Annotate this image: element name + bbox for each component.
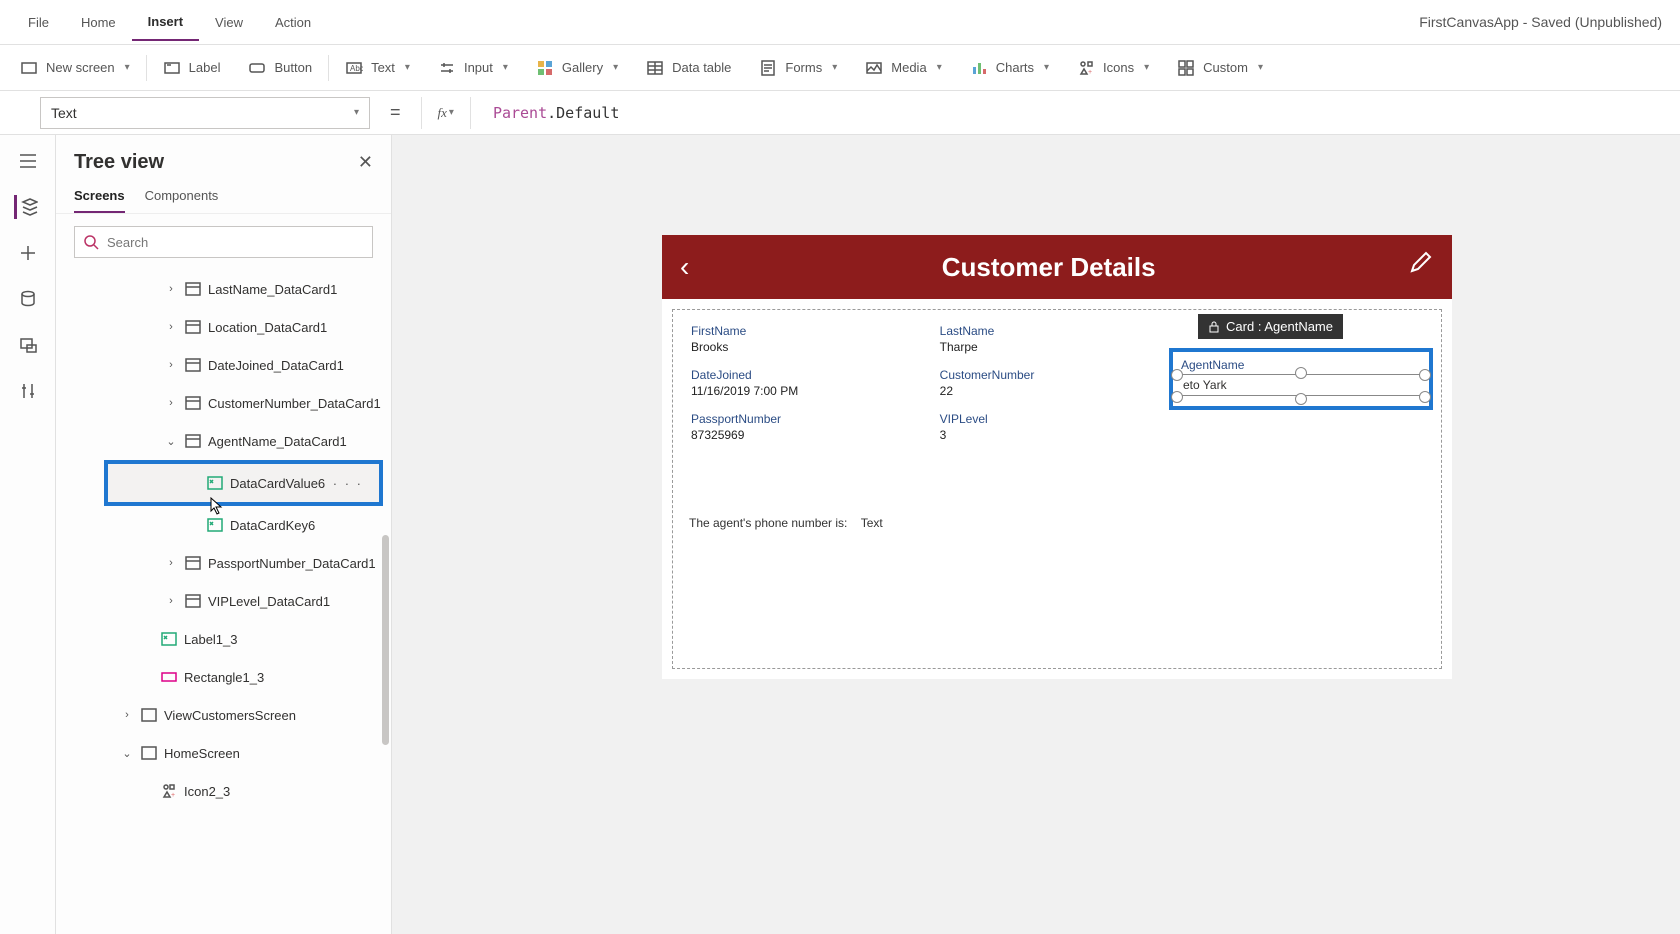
custom-icon (1177, 59, 1195, 77)
form-body: Card : AgentName AgentName eto Yark (672, 309, 1442, 669)
device-preview: ‹ Customer Details Card : AgentName Agen… (662, 235, 1452, 679)
menu-insert[interactable]: Insert (132, 4, 199, 41)
screen-icon (20, 59, 38, 77)
scrollbar-thumb[interactable] (382, 535, 389, 745)
resize-handle[interactable] (1295, 393, 1307, 405)
custom-dropdown[interactable]: Custom▾ (1163, 53, 1277, 83)
advanced-rail-icon[interactable] (16, 379, 40, 403)
field-custnum: CustomerNumber 22 (938, 364, 1177, 402)
field-firstname: FirstName Brooks (689, 320, 928, 358)
table-icon (646, 59, 664, 77)
back-icon[interactable]: ‹ (680, 251, 689, 283)
label-button[interactable]: Label (149, 53, 235, 83)
new-screen-button[interactable]: New screen▾ (6, 53, 144, 83)
menu-home[interactable]: Home (65, 5, 132, 40)
label-icon (163, 59, 181, 77)
tree-node-datejoined[interactable]: › DateJoined_DataCard1 (56, 346, 391, 384)
resize-handle[interactable] (1419, 391, 1431, 403)
icons-dropdown[interactable]: + Icons▾ (1063, 53, 1163, 83)
canvas-area[interactable]: ‹ Customer Details Card : AgentName Agen… (392, 135, 1680, 934)
media-icon (865, 59, 883, 77)
tree-body: › LastName_DataCard1 › Location_DataCard… (56, 270, 391, 934)
formula-bar: Text ▾ = fx ▾ Parent.Default (0, 91, 1680, 135)
tree-view-title: Tree view (74, 151, 164, 174)
insert-ribbon: New screen▾ Label Button Abc Text▾ Input… (0, 45, 1680, 91)
resize-handle[interactable] (1171, 369, 1183, 381)
search-icon (83, 234, 99, 250)
forms-icon (759, 59, 777, 77)
resize-handle[interactable] (1295, 367, 1307, 379)
tree-node-lastname[interactable]: › LastName_DataCard1 (56, 270, 391, 308)
hamburger-icon[interactable] (16, 149, 40, 173)
edit-icon[interactable] (1408, 251, 1434, 283)
resize-handle[interactable] (1419, 369, 1431, 381)
more-icon[interactable]: · · · (333, 476, 379, 491)
button-button[interactable]: Button (234, 53, 326, 83)
field-datejoined: DateJoined 11/16/2019 7:00 PM (689, 364, 928, 402)
add-rail-icon[interactable] (16, 241, 40, 265)
search-placeholder: Search (107, 235, 148, 250)
data-rail-icon[interactable] (16, 287, 40, 311)
svg-text:+: + (1088, 69, 1092, 76)
menu-file[interactable]: File (12, 5, 65, 40)
field-passport: PassportNumber 87325969 (689, 408, 928, 446)
button-icon (248, 59, 266, 77)
formula-input[interactable]: Parent.Default (481, 104, 619, 122)
tree-node-datacardvalue6-selected[interactable]: DataCardValue6 · · · (104, 460, 383, 506)
icons-icon: + (1077, 59, 1095, 77)
card-badge: Card : AgentName (1198, 314, 1343, 339)
left-rail (0, 135, 56, 934)
treeview-rail-icon[interactable] (14, 195, 38, 219)
app-title: FirstCanvasApp - Saved (Unpublished) (1419, 14, 1668, 30)
charts-dropdown[interactable]: Charts▾ (956, 53, 1063, 83)
lock-icon (1208, 321, 1220, 333)
search-input[interactable]: Search (74, 226, 373, 258)
svg-text:+: + (171, 792, 175, 799)
gallery-icon (536, 59, 554, 77)
media-dropdown[interactable]: Media▾ (851, 53, 955, 83)
gallery-dropdown[interactable]: Gallery▾ (522, 53, 632, 83)
tree-node-location[interactable]: › Location_DataCard1 (56, 308, 391, 346)
tree-node-vip[interactable]: › VIPLevel_DataCard1 (56, 582, 391, 620)
close-icon[interactable]: ✕ (358, 152, 373, 173)
tree-node-agentname[interactable]: ⌄ AgentName_DataCard1 (56, 422, 391, 460)
tree-node-rect13[interactable]: Rectangle1_3 (56, 658, 391, 696)
tree-node-viewcustomers[interactable]: › ViewCustomersScreen (56, 696, 391, 734)
input-icon (438, 59, 456, 77)
agentname-card-selected[interactable]: AgentName eto Yark (1169, 348, 1433, 410)
screen-title: Customer Details (689, 252, 1408, 283)
tree-node-customernumber[interactable]: › CustomerNumber_DataCard1 (56, 384, 391, 422)
agent-value-input[interactable]: eto Yark (1179, 374, 1423, 396)
field-vip: VIPLevel 3 (938, 408, 1177, 446)
tree-node-label13[interactable]: Label1_3 (56, 620, 391, 658)
property-dropdown[interactable]: Text ▾ (40, 97, 370, 129)
resize-handle[interactable] (1171, 391, 1183, 403)
menu-action[interactable]: Action (259, 5, 327, 40)
agent-phone-label: The agent's phone number is: Text (689, 516, 1425, 530)
tree-node-passport[interactable]: › PassportNumber_DataCard1 (56, 544, 391, 582)
menu-bar: File Home Insert View Action FirstCanvas… (0, 0, 1680, 45)
equals-sign: = (380, 102, 411, 123)
charts-icon (970, 59, 988, 77)
input-dropdown[interactable]: Input▾ (424, 53, 522, 83)
datatable-button[interactable]: Data table (632, 53, 745, 83)
text-dropdown[interactable]: Abc Text▾ (331, 53, 424, 83)
forms-dropdown[interactable]: Forms▾ (745, 53, 851, 83)
fx-button[interactable]: fx ▾ (421, 97, 471, 129)
svg-text:Abc: Abc (350, 64, 363, 73)
menu-view[interactable]: View (199, 5, 259, 40)
tree-node-homescreen[interactable]: ⌄ HomeScreen (56, 734, 391, 772)
media-rail-icon[interactable] (16, 333, 40, 357)
tab-components[interactable]: Components (145, 182, 219, 213)
text-icon: Abc (345, 59, 363, 77)
tree-node-datacardkey6[interactable]: DataCardKey6 (56, 506, 391, 544)
tree-view-panel: Tree view ✕ Screens Components Search › … (56, 135, 392, 934)
screen-header: ‹ Customer Details (662, 235, 1452, 299)
tab-screens[interactable]: Screens (74, 182, 125, 213)
field-lastname: LastName Tharpe (938, 320, 1177, 358)
tree-node-icon23[interactable]: + Icon2_3 (56, 772, 391, 810)
